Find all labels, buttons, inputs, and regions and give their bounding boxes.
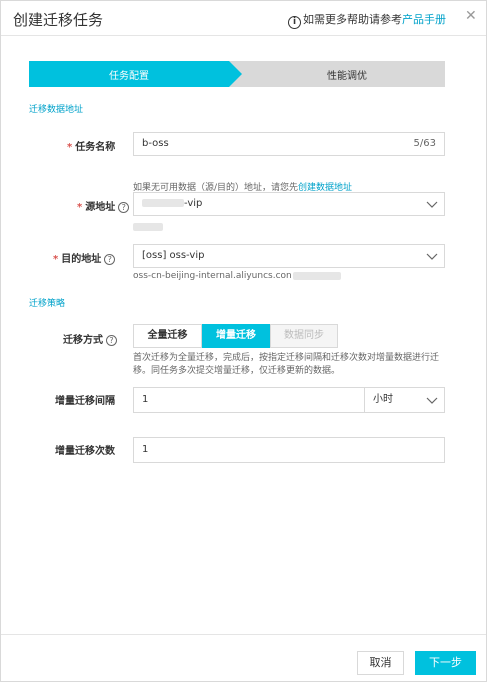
dialog-header: 创建迁移任务 i 如需更多帮助请参考产品手册 ✕ xyxy=(1,1,486,36)
interval-input[interactable]: 1 xyxy=(133,387,365,413)
interval-unit-select[interactable]: 小时 xyxy=(364,387,445,413)
help-question-icon[interactable]: ? xyxy=(106,335,117,346)
help-text: i 如需更多帮助请参考产品手册 xyxy=(288,11,446,29)
redacted-text xyxy=(133,223,163,231)
step-progress: 性能调优 任务配置 xyxy=(29,61,445,87)
step-task-config-label: 任务配置 xyxy=(109,71,149,82)
source-select[interactable]: -vip xyxy=(133,192,445,216)
dialog-title: 创建迁移任务 xyxy=(13,11,104,29)
dest-label: * 目的地址? xyxy=(53,250,116,265)
task-name-label-text: 任务名称 xyxy=(75,142,116,153)
mode-incremental-option[interactable]: 增量迁移 xyxy=(202,324,270,348)
help-prefix: 如需更多帮助请参考 xyxy=(303,13,402,26)
step-performance-label: 性能调优 xyxy=(327,71,367,82)
close-icon[interactable]: ✕ xyxy=(465,8,477,24)
info-icon: i xyxy=(288,16,301,29)
interval-label: 增量迁移间隔 xyxy=(55,396,115,407)
mode-label-text: 迁移方式 xyxy=(63,335,103,346)
mode-description: 首次迁移为全量迁移，完成后，按指定迁移间隔和迁移次数对增量数据进行迁移。同任务多… xyxy=(133,353,440,376)
chevron-down-icon xyxy=(426,397,438,404)
count-input[interactable]: 1 xyxy=(133,437,445,463)
mode-label: 迁移方式? xyxy=(63,331,117,346)
required-mark: * xyxy=(67,142,73,153)
source-label: * 源地址? xyxy=(77,198,130,213)
redacted-text xyxy=(292,271,341,280)
dialog-footer-divider xyxy=(1,634,486,635)
dest-endpoint-text: oss-cn-beijing-internal.aliyuncs.con xyxy=(133,271,292,281)
chevron-down-icon xyxy=(426,253,438,260)
count-label: 增量迁移次数 xyxy=(55,446,115,457)
count-value: 1 xyxy=(142,444,149,455)
cancel-button[interactable]: 取消 xyxy=(357,651,404,675)
source-value: -vip xyxy=(184,198,203,209)
dest-select[interactable]: [oss] oss-vip xyxy=(133,244,445,268)
redacted-text xyxy=(142,199,184,207)
section-strategy: 迁移策略 xyxy=(29,299,66,309)
required-mark: * xyxy=(53,254,59,265)
dest-value: [oss] oss-vip xyxy=(142,250,205,261)
mode-sync-option: 数据同步 xyxy=(270,324,338,348)
dest-label-text: 目的地址 xyxy=(61,254,102,265)
help-question-icon[interactable]: ? xyxy=(118,202,130,213)
required-mark: * xyxy=(77,202,83,213)
task-name-value: b-oss xyxy=(142,138,169,149)
dest-endpoint: oss-cn-beijing-internal.aliyuncs.con xyxy=(133,271,341,281)
char-counter: 5/63 xyxy=(413,138,436,149)
next-step-button[interactable]: 下一步 xyxy=(415,651,476,675)
task-name-input[interactable]: b-oss 5/63 xyxy=(133,132,445,156)
chevron-down-icon xyxy=(426,201,438,208)
source-label-text: 源地址 xyxy=(85,202,116,213)
mode-full-option[interactable]: 全量迁移 xyxy=(133,324,202,348)
create-task-dialog: 创建迁移任务 i 如需更多帮助请参考产品手册 ✕ 性能调优 任务配置 迁移数据地址… xyxy=(0,0,487,682)
task-name-label: * 任务名称 xyxy=(67,138,115,153)
interval-value: 1 xyxy=(142,394,149,405)
step-task-config[interactable]: 任务配置 xyxy=(29,61,242,87)
interval-unit-value: 小时 xyxy=(373,394,393,405)
section-data-address: 迁移数据地址 xyxy=(29,105,84,115)
help-question-icon[interactable]: ? xyxy=(104,254,116,265)
product-manual-link[interactable]: 产品手册 xyxy=(402,13,446,26)
